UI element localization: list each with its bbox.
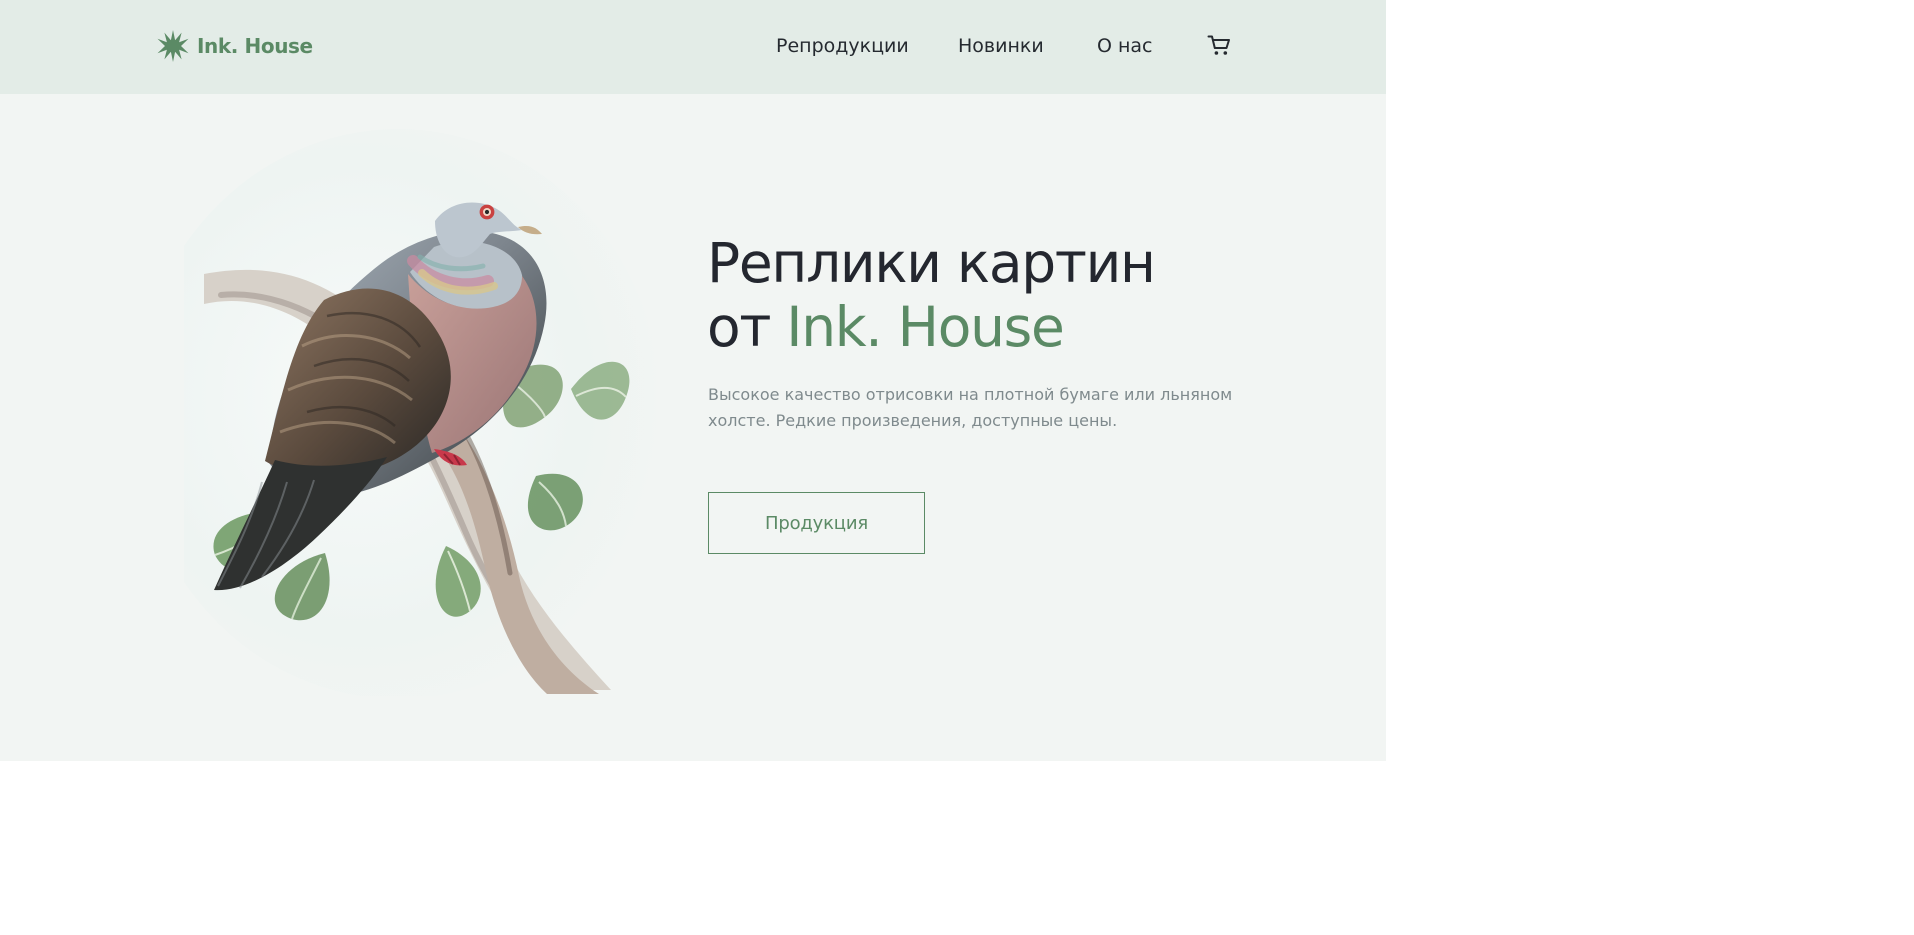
pigeon-illustration <box>184 96 680 696</box>
website-page: Ink. House Репродукции Новинки О нас Реп… <box>0 0 1386 761</box>
nav-item-new[interactable]: Новинки <box>958 32 1044 60</box>
hero-title: Реплики картин от Ink. House <box>707 231 1267 359</box>
hero-description: Высокое качество отрисовки на плотной бу… <box>708 385 1233 430</box>
brand-name: Ink. House <box>197 34 313 58</box>
hero-title-line-2: от Ink. House <box>707 295 1267 359</box>
pigeon-on-branch-image <box>184 129 663 696</box>
nav-item-reproductions[interactable]: Репродукции <box>776 32 909 60</box>
hero-title-prefix: от <box>707 295 771 359</box>
hero-title-brand: Ink. House <box>786 295 1065 359</box>
hero-title-line-1: Реплики картин <box>707 231 1156 295</box>
site-header: Ink. House Репродукции Новинки О нас <box>0 0 1386 94</box>
green-star-icon <box>157 30 189 62</box>
brand-logo-link[interactable]: Ink. House <box>156 29 313 63</box>
products-button[interactable]: Продукция <box>708 492 925 554</box>
nav-item-about[interactable]: О нас <box>1097 32 1153 60</box>
shopping-cart-button[interactable] <box>1205 31 1233 59</box>
shopping-cart-icon <box>1207 35 1230 55</box>
